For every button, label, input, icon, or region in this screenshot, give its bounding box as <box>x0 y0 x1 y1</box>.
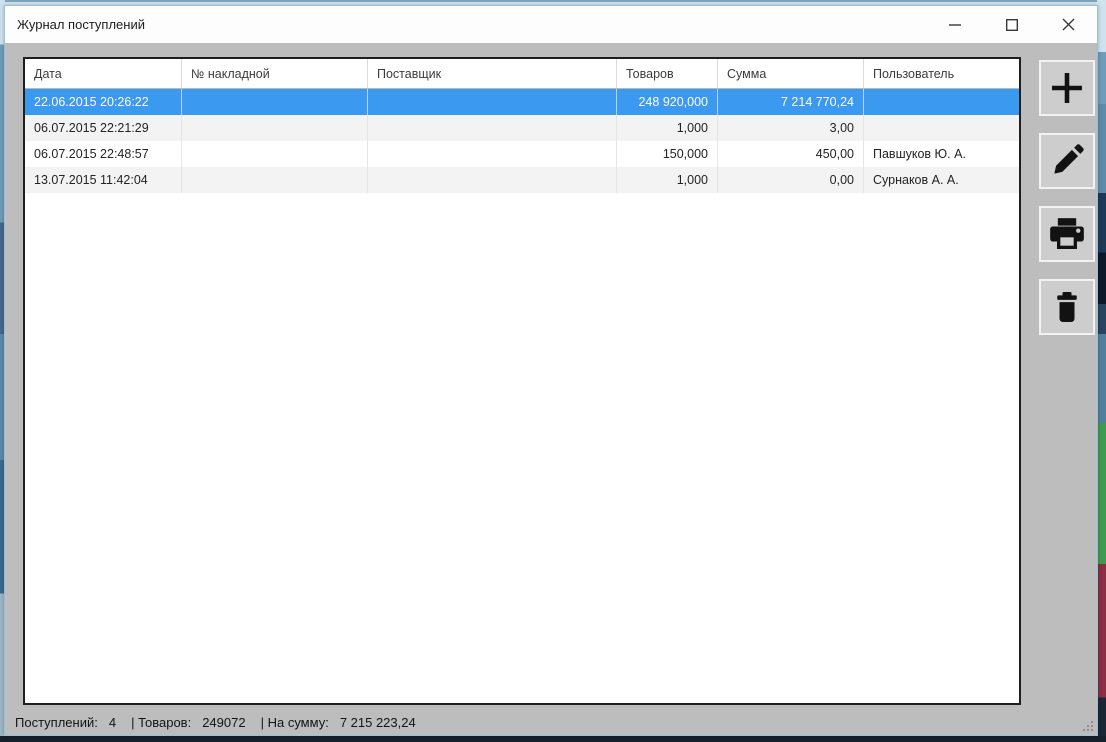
cell-user: Сурнаков А. А. <box>873 173 959 187</box>
window-controls <box>926 6 1097 43</box>
cell-sum: 0,00 <box>718 167 864 193</box>
cell-date: 13.07.2015 11:42:04 <box>25 167 182 193</box>
table-row[interactable]: 13.07.2015 11:42:04 1,000 0,00 Сурнаков … <box>25 167 1019 193</box>
cell-sum: 7 214 770,24 <box>718 89 864 115</box>
minimize-button[interactable] <box>926 6 983 43</box>
desktop-edge-bottom <box>0 736 1106 742</box>
titlebar[interactable]: Журнал поступлений <box>5 6 1097 43</box>
table-row[interactable]: 06.07.2015 22:21:29 1,000 3,00 <box>25 115 1019 141</box>
column-header-goods[interactable]: Товаров <box>617 59 718 88</box>
table-header-row: Дата № накладной Поставщик Товаров Сумма… <box>25 59 1019 89</box>
maximize-button[interactable] <box>983 6 1040 43</box>
cell-date: 06.07.2015 22:48:57 <box>25 141 182 167</box>
add-button[interactable] <box>1039 60 1095 116</box>
pencil-icon <box>1048 142 1086 180</box>
sum-total-label: | На сумму: <box>260 714 329 730</box>
receipts-journal-window: Журнал поступлений Дата № накладной Пост… <box>4 5 1098 736</box>
edit-button[interactable] <box>1039 133 1095 189</box>
desktop-edge-right <box>1097 0 1106 742</box>
column-header-date[interactable]: Дата <box>25 59 182 88</box>
cell-invoice <box>182 115 368 141</box>
print-button[interactable] <box>1039 206 1095 262</box>
trash-icon <box>1049 289 1085 325</box>
column-header-sum[interactable]: Сумма <box>718 59 864 88</box>
action-toolbar <box>1039 60 1095 335</box>
close-icon <box>1062 18 1075 31</box>
cell-date: 22.06.2015 20:26:22 <box>25 89 182 115</box>
table-row[interactable]: 06.07.2015 22:48:57 150,000 450,00 Павшу… <box>25 141 1019 167</box>
cell-user <box>864 89 1019 115</box>
cell-date: 06.07.2015 22:21:29 <box>25 115 182 141</box>
goods-total-value: 249072 <box>202 714 246 730</box>
resize-grip[interactable] <box>1081 719 1094 732</box>
cell-sum: 3,00 <box>718 115 864 141</box>
window-title: Журнал поступлений <box>17 17 145 32</box>
sum-total-value: 7 215 223,24 <box>339 714 416 730</box>
cell-invoice <box>182 89 368 115</box>
goods-total-label: | Товаров: <box>131 714 192 730</box>
statusbar: Поступлений: 4 | Товаров: 249072 | На су… <box>5 709 1097 735</box>
receipts-count-label: Поступлений: <box>15 714 98 730</box>
cell-supplier <box>368 141 617 167</box>
cell-goods: 248 920,000 <box>617 89 718 115</box>
cell-supplier <box>368 89 617 115</box>
cell-goods: 1,000 <box>617 167 718 193</box>
column-header-supplier[interactable]: Поставщик <box>368 59 617 88</box>
plus-icon <box>1047 68 1087 108</box>
cell-sum: 450,00 <box>718 141 864 167</box>
receipts-count-value: 4 <box>108 714 117 730</box>
delete-button[interactable] <box>1039 279 1095 335</box>
column-header-user[interactable]: Пользователь <box>864 59 1019 88</box>
minimize-icon <box>948 19 961 31</box>
cell-supplier <box>368 115 617 141</box>
column-header-invoice[interactable]: № накладной <box>182 59 368 88</box>
cell-goods: 1,000 <box>617 115 718 141</box>
maximize-icon <box>1005 18 1018 31</box>
close-button[interactable] <box>1040 6 1097 43</box>
receipts-table: Дата № накладной Поставщик Товаров Сумма… <box>23 57 1021 705</box>
table-row[interactable]: 22.06.2015 20:26:22 248 920,000 7 214 77… <box>25 89 1019 115</box>
cell-goods: 150,000 <box>617 141 718 167</box>
printer-icon <box>1047 214 1087 254</box>
cell-invoice <box>182 167 368 193</box>
cell-user: Павшуков Ю. А. <box>873 147 966 161</box>
cell-invoice <box>182 141 368 167</box>
cell-supplier <box>368 167 617 193</box>
cell-user <box>864 115 1019 141</box>
